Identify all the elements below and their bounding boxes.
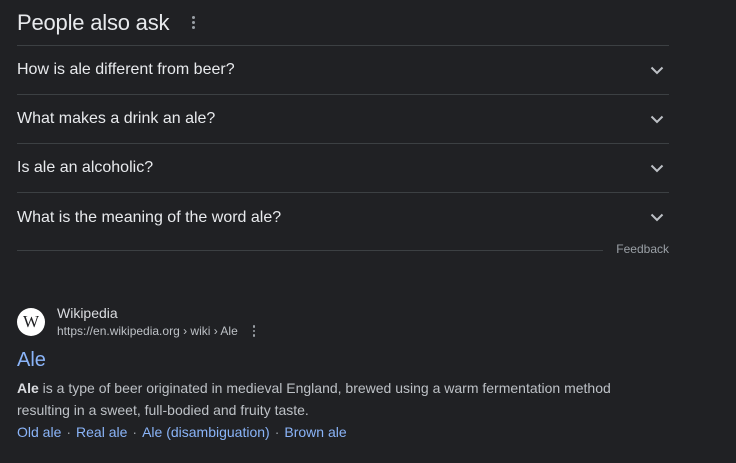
favicon-letter: W xyxy=(22,312,40,331)
question-item[interactable]: How is ale different from beer? xyxy=(17,46,669,95)
sitelink-separator: · xyxy=(66,424,72,440)
sitelink-separator: · xyxy=(132,424,138,440)
result-url: https://en.wikipedia.org › wiki › Ale xyxy=(57,324,238,338)
chevron-down-icon[interactable] xyxy=(645,206,669,230)
question-item[interactable]: What is the meaning of the word ale? xyxy=(17,193,669,242)
question-text: Is ale an alcoholic? xyxy=(17,159,154,176)
people-also-ask-section: People also ask How is ale different fro… xyxy=(17,0,669,242)
chevron-down-icon[interactable] xyxy=(645,156,669,180)
feedback-link[interactable]: Feedback xyxy=(616,242,669,256)
search-result: W Wikipedia https://en.wikipedia.org › w… xyxy=(17,303,697,443)
chevron-down-icon[interactable] xyxy=(645,58,669,82)
more-vert-icon[interactable] xyxy=(187,13,199,33)
divider xyxy=(17,250,603,251)
search-results-page: People also ask How is ale different fro… xyxy=(0,0,736,463)
result-source-text: Wikipedia https://en.wikipedia.org › wik… xyxy=(57,304,258,340)
question-text: What is the meaning of the word ale? xyxy=(17,208,282,226)
result-title-link[interactable]: Ale xyxy=(17,347,46,373)
people-also-ask-header: People also ask xyxy=(17,0,669,46)
people-also-ask-title: People also ask xyxy=(17,9,170,35)
snippet-text: is a type of beer originated in medieval… xyxy=(17,380,611,418)
result-source[interactable]: W Wikipedia https://en.wikipedia.org › w… xyxy=(17,303,697,341)
question-item[interactable]: What makes a drink an ale? xyxy=(17,95,669,144)
question-text: How is ale different from beer? xyxy=(17,61,235,78)
question-item[interactable]: Is ale an alcoholic? xyxy=(17,144,669,193)
sitelink-separator: · xyxy=(274,424,280,440)
sitelink[interactable]: Ale (disambiguation) xyxy=(142,421,270,443)
sitelink[interactable]: Real ale xyxy=(76,421,127,443)
feedback-row: Feedback xyxy=(17,242,669,258)
wikipedia-logo-icon: W xyxy=(17,308,45,336)
more-vert-icon[interactable] xyxy=(250,324,258,338)
result-snippet: Ale is a type of beer originated in medi… xyxy=(17,377,617,421)
sitelinks: Old ale · Real ale · Ale (disambiguation… xyxy=(17,421,697,443)
site-name: Wikipedia xyxy=(57,305,118,321)
chevron-down-icon[interactable] xyxy=(645,107,669,131)
url-row: https://en.wikipedia.org › wiki › Ale xyxy=(57,322,258,340)
sitelink[interactable]: Brown ale xyxy=(284,421,346,443)
snippet-highlight: Ale xyxy=(17,380,39,396)
question-text: What makes a drink an ale? xyxy=(17,110,216,127)
sitelink[interactable]: Old ale xyxy=(17,421,61,443)
